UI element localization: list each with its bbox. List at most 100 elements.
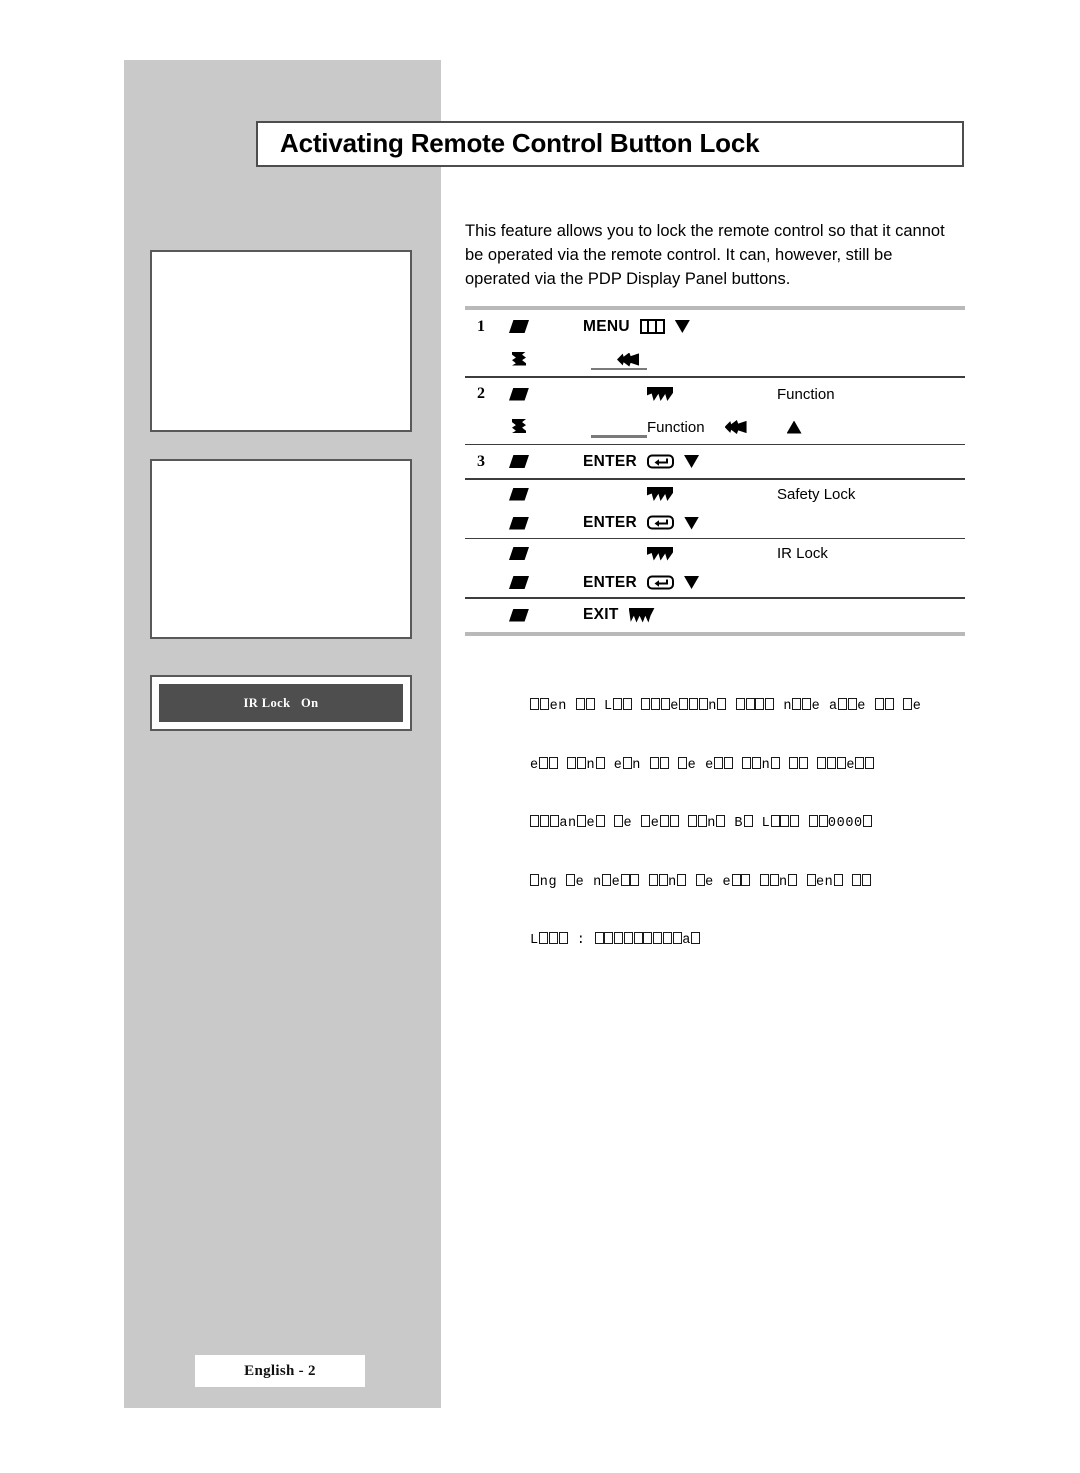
step-2-press-body: Function [543, 378, 965, 411]
missing-glyph-box [659, 815, 669, 827]
missing-glyph-box [540, 698, 550, 710]
exit-body: EXIT [543, 599, 965, 632]
missing-glyph-box [679, 698, 689, 710]
press-parallelogram-icon [509, 455, 529, 468]
press-marker [495, 547, 543, 560]
illustration-box-menu [150, 459, 412, 639]
press-parallelogram-icon [509, 320, 529, 333]
missing-glyph-box [691, 932, 701, 944]
osd-status-bar: IR Lock On [159, 684, 403, 722]
missing-glyph-box [735, 698, 745, 710]
step-1-press-row: 1 MENU [465, 310, 965, 343]
missing-glyph-box [622, 756, 632, 769]
page-number-label: English - 2 [244, 1362, 316, 1379]
page-title-bar: Activating Remote Control Button Lock [256, 121, 964, 167]
result-bowtie-icon [509, 419, 529, 435]
missing-glyph-box [833, 873, 843, 886]
menu-button-label: MENU [583, 317, 630, 335]
step-1-group: 1 MENU [465, 310, 965, 376]
missing-glyph-box [614, 815, 624, 827]
missing-glyph-box [770, 815, 780, 827]
missing-glyph-box [802, 698, 812, 710]
step-2-press-row: 2 Function [465, 378, 965, 411]
missing-glyph-box [595, 756, 605, 769]
missing-glyph-box [755, 698, 765, 710]
missing-glyph-box [792, 698, 802, 710]
result-underline [591, 367, 647, 370]
function-label-b: Function [647, 418, 705, 436]
step-1-press-body: MENU [543, 310, 965, 343]
missing-glyph-box [613, 698, 623, 710]
enter-button-label: ENTER [583, 452, 638, 470]
exit-button-label: EXIT [583, 606, 619, 623]
missing-glyph-box [653, 932, 663, 944]
missing-glyph-box [577, 815, 587, 827]
missing-glyph-box [548, 932, 558, 944]
missing-glyph-box [863, 815, 873, 827]
missing-glyph-box [743, 815, 753, 827]
missing-glyph-box [698, 698, 708, 710]
exit-group: EXIT [465, 599, 965, 632]
ir-lock-select-body: IR Lock [543, 539, 965, 568]
step-1-number: 1 [477, 317, 485, 335]
missing-glyph-box [806, 873, 816, 886]
triangle-down-icon [684, 516, 700, 530]
note-line-3: an e e e n B L 0000 [530, 814, 970, 834]
step-2-number: 2 [477, 385, 485, 402]
table-bottom-rule [465, 631, 965, 636]
press-marker [495, 387, 543, 401]
missing-glyph-box [677, 873, 687, 886]
missing-glyph-box [549, 815, 559, 827]
missing-glyph-box [717, 698, 727, 710]
press-marker [495, 608, 543, 622]
triangle-down-icon [684, 455, 700, 468]
missing-glyph-box [663, 932, 673, 944]
arrow-down-wide-icon [628, 607, 655, 623]
missing-glyph-box [789, 756, 799, 769]
press-parallelogram-icon [509, 576, 529, 589]
press-parallelogram-icon [509, 487, 529, 501]
missing-glyph-box [604, 932, 614, 944]
enter-key-icon [647, 515, 675, 531]
missing-glyph-box [641, 815, 651, 827]
step-3-group: 3 ENTER [465, 445, 965, 478]
triangle-down-icon [674, 320, 690, 333]
missing-glyph-box [862, 873, 872, 886]
step-1-result-row [465, 343, 965, 376]
missing-glyph-box [620, 873, 630, 886]
missing-glyph-box [770, 756, 780, 769]
missing-glyph-box [865, 756, 875, 769]
missing-glyph-box [630, 873, 640, 886]
step-3-number: 3 [477, 452, 485, 470]
note-line-2: e n en e e n e [530, 756, 970, 776]
missing-glyph-box [827, 756, 837, 769]
step-1-result-body [543, 343, 965, 376]
arrow-left-icon [724, 420, 747, 434]
missing-glyph-box [623, 932, 633, 944]
missing-glyph-box [695, 873, 705, 886]
press-marker [495, 516, 543, 530]
safety-lock-select-body: Safety Lock [543, 480, 965, 509]
page-title: Activating Remote Control Button Lock [280, 127, 760, 158]
missing-glyph-box [838, 698, 848, 710]
exit-row: EXIT [465, 599, 965, 632]
missing-glyph-box [641, 698, 651, 710]
menu-key-icon [639, 319, 665, 334]
step-3-press-row: 3 ENTER [465, 445, 965, 478]
enter-key-icon [647, 575, 675, 591]
missing-glyph-box [745, 698, 755, 710]
note-block: en L en ne ae e e n en e e n e an e e e n… [530, 658, 970, 970]
intro-line-3: operated via the PDP Display Panel butto… [465, 270, 791, 288]
missing-glyph-box [540, 815, 550, 827]
missing-glyph-box [798, 756, 808, 769]
missing-glyph-box [633, 932, 643, 944]
missing-glyph-box [731, 873, 741, 886]
intro-line-1: This feature allows you to lock the remo… [465, 222, 945, 240]
missing-glyph-box [875, 698, 885, 710]
missing-glyph-box [752, 756, 762, 769]
safety-lock-enter-row: ENTER [465, 509, 965, 538]
missing-glyph-box [539, 756, 549, 769]
missing-glyph-box [678, 756, 688, 769]
press-parallelogram-icon [509, 387, 529, 401]
missing-glyph-box [769, 873, 779, 886]
